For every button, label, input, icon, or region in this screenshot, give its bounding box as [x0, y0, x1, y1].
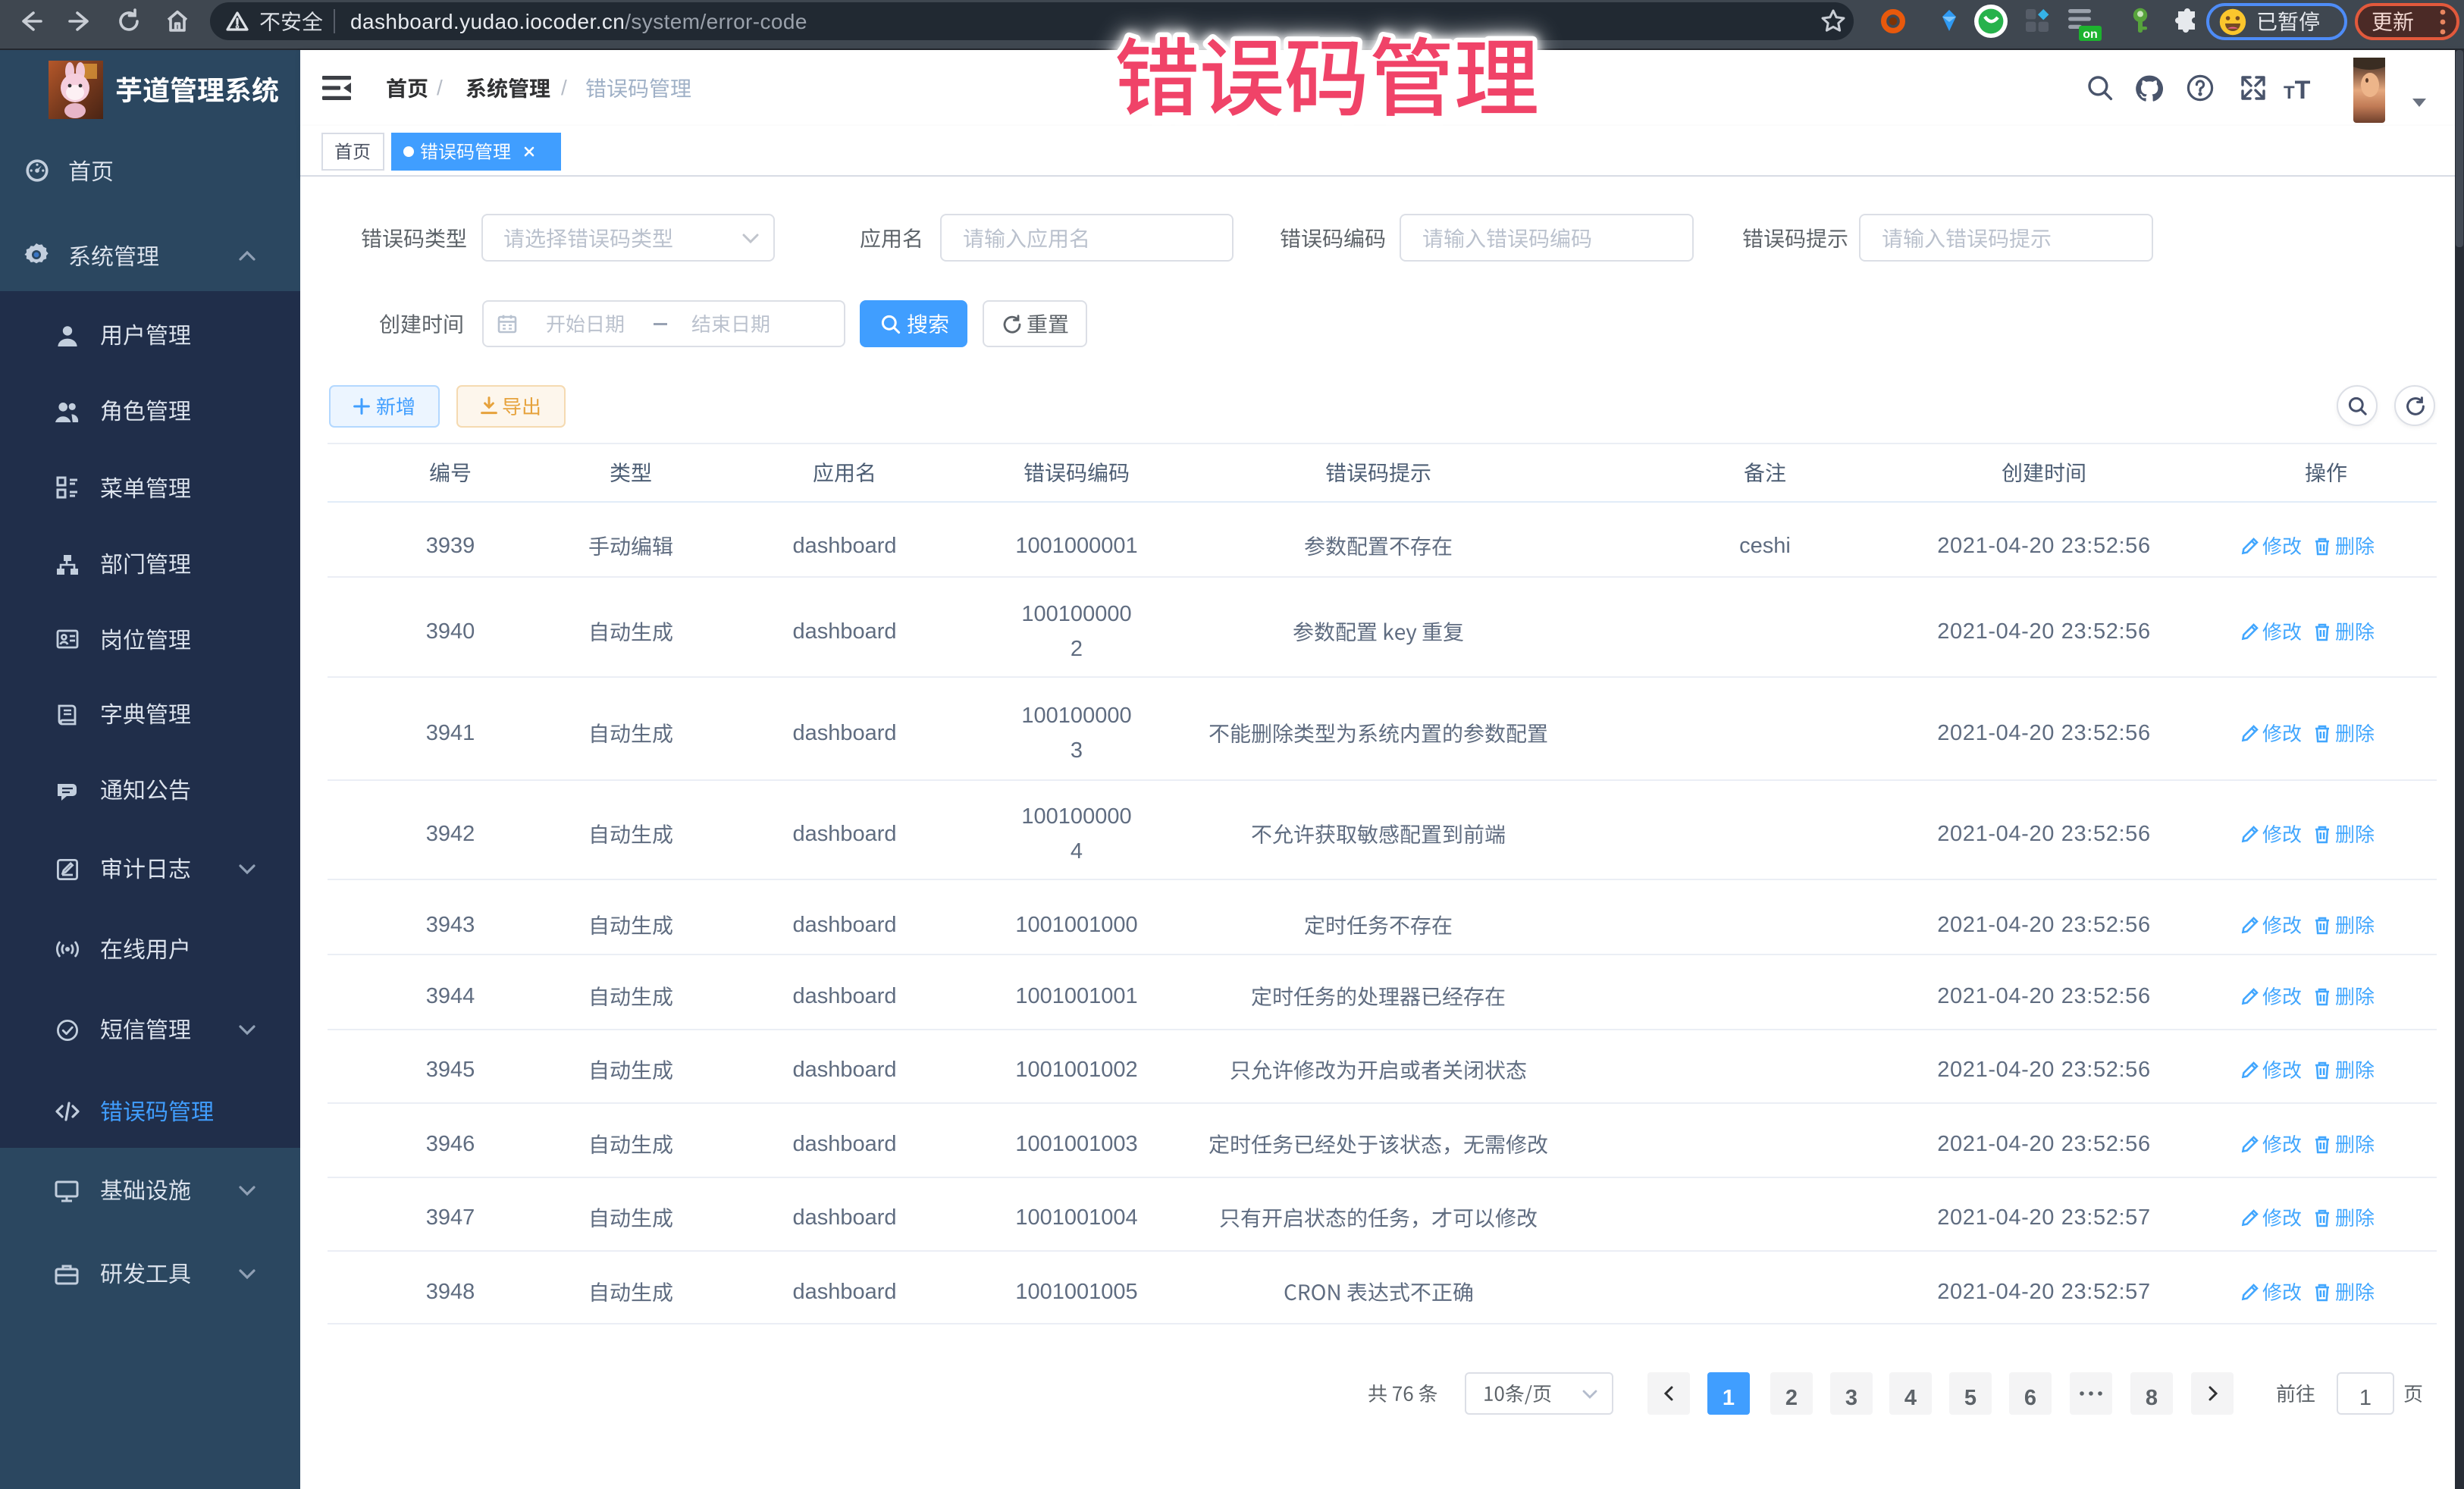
svg-text:on: on: [2083, 28, 2098, 41]
